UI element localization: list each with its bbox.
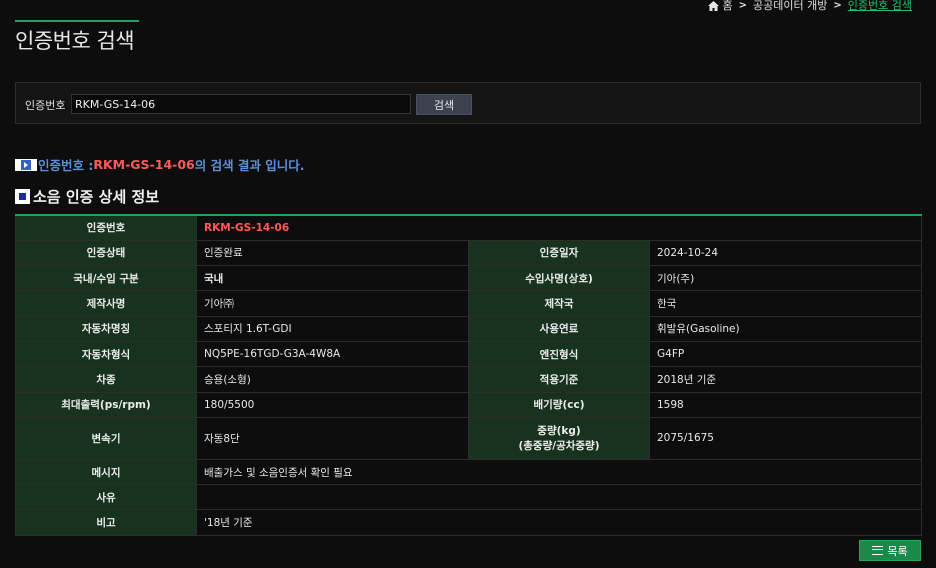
table-row: 인증번호 RKM-GS-14-06 <box>15 214 923 241</box>
car-type-label: 자동차형식 <box>15 340 197 368</box>
origin-value: 국내 <box>196 265 469 292</box>
displacement-value: 1598 <box>648 391 923 418</box>
table-row: 최대출력(ps/rpm) 180/5500 배기량(cc) 1598 <box>15 391 923 418</box>
maker-value: 기아㈜ <box>196 290 469 317</box>
detail-table: 인증번호 RKM-GS-14-06 인증상태 인증완료 인증일자 2024-10… <box>15 214 923 536</box>
class-label: 차종 <box>15 366 197 393</box>
table-row: 차종 승용(소형) 적용기준 2018년 기준 <box>15 366 923 393</box>
table-row: 사유 <box>15 484 923 511</box>
cert-no-label: 인증번호 <box>15 214 197 241</box>
standard-label: 적용기준 <box>468 366 650 393</box>
car-name-value: 스포티지 1.6T-GDI <box>196 315 469 342</box>
table-row: 변속기 자동8단 중량(kg) (총중량/공차중량) 2075/1675 <box>15 416 923 460</box>
result-prefix: 인증번호 : <box>38 158 94 173</box>
search-label: 인증번호 <box>25 99 66 112</box>
result-number: RKM-GS-14-06 <box>93 157 195 172</box>
table-row: 국내/수입 구분 국내 수입사명(상호) 기아(주) <box>15 265 923 292</box>
page-title: 인증번호 검색 <box>15 29 135 53</box>
home-icon[interactable] <box>707 1 719 11</box>
status-value: 인증완료 <box>196 239 469 267</box>
message-label: 메시지 <box>15 458 197 486</box>
title-accent-line <box>15 20 139 22</box>
table-row: 메시지 배출가스 및 소음인증서 확인 필요 <box>15 458 923 486</box>
origin-label: 국내/수입 구분 <box>15 265 197 292</box>
transmission-value: 자동8단 <box>196 416 469 460</box>
table-row: 비고 '18년 기준 <box>15 509 923 536</box>
square-bullet-icon <box>15 189 30 204</box>
fuel-value: 휘발유(Gasoline) <box>648 315 923 342</box>
result-suffix: 의 검색 결과 입니다. <box>194 158 305 173</box>
engine-value: G4FP <box>648 340 923 368</box>
message-value: 배출가스 및 소음인증서 확인 필요 <box>195 458 923 486</box>
date-label: 인증일자 <box>468 239 650 267</box>
menu-icon <box>872 546 884 555</box>
breadcrumb-home[interactable]: 홈 <box>723 0 733 12</box>
status-label: 인증상태 <box>15 239 197 267</box>
table-row: 자동차형식 NQ5PE-16TGD-G3A-4W8A 엔진형식 G4FP <box>15 340 923 368</box>
search-button[interactable]: 검색 <box>416 94 472 115</box>
maker-label: 제작사명 <box>15 290 197 317</box>
chevron-right-icon: > <box>833 0 842 11</box>
weight-label-line1: 중량(kg) <box>537 425 581 438</box>
class-value: 승용(소형) <box>196 366 469 393</box>
section-title: 소음 인증 상세 정보 <box>15 186 159 207</box>
result-message: 인증번호 : RKM-GS-14-06 의 검색 결과 입니다. <box>15 155 305 174</box>
transmission-label: 변속기 <box>15 416 197 460</box>
chevron-right-icon: > <box>738 0 748 11</box>
list-button[interactable]: 목록 <box>859 540 921 561</box>
displacement-label: 배기량(cc) <box>468 391 650 418</box>
weight-label-line2: (총중량/공차중량) <box>518 440 600 453</box>
car-name-label: 자동차명칭 <box>15 315 197 342</box>
table-row: 인증상태 인증완료 인증일자 2024-10-24 <box>15 239 923 267</box>
importer-label: 수입사명(상호) <box>468 265 650 292</box>
arrow-badge-icon <box>15 158 37 171</box>
reason-label: 사유 <box>15 484 197 511</box>
engine-label: 엔진형식 <box>468 340 650 368</box>
country-value: 한국 <box>648 290 923 317</box>
cert-no-value: RKM-GS-14-06 <box>195 214 923 241</box>
breadcrumb: 홈 > 공공데이터 개방 > 인증번호 검색 <box>707 0 912 12</box>
weight-value: 2075/1675 <box>648 416 923 460</box>
importer-value: 기아(주) <box>648 265 923 292</box>
power-label: 최대출력(ps/rpm) <box>15 391 197 418</box>
car-type-value: NQ5PE-16TGD-G3A-4W8A <box>196 340 469 368</box>
table-row: 자동차명칭 스포티지 1.6T-GDI 사용연료 휘발유(Gasoline) <box>15 315 923 342</box>
search-panel: 인증번호 검색 <box>15 82 921 124</box>
power-value: 180/5500 <box>196 391 469 418</box>
breadcrumb-current[interactable]: 인증번호 검색 <box>848 0 912 12</box>
search-input[interactable] <box>71 94 411 114</box>
table-row: 제작사명 기아㈜ 제작국 한국 <box>15 290 923 317</box>
standard-value: 2018년 기준 <box>648 366 923 393</box>
country-label: 제작국 <box>468 290 650 317</box>
list-button-label: 목록 <box>887 544 908 558</box>
weight-label: 중량(kg) (총중량/공차중량) <box>468 416 650 460</box>
section-title-text: 소음 인증 상세 정보 <box>33 188 160 206</box>
fuel-label: 사용연료 <box>468 315 650 342</box>
date-value: 2024-10-24 <box>648 239 923 267</box>
reason-value <box>195 484 923 511</box>
remark-label: 비고 <box>15 509 197 536</box>
remark-value: '18년 기준 <box>195 509 923 536</box>
breadcrumb-level1[interactable]: 공공데이터 개방 <box>753 0 827 12</box>
